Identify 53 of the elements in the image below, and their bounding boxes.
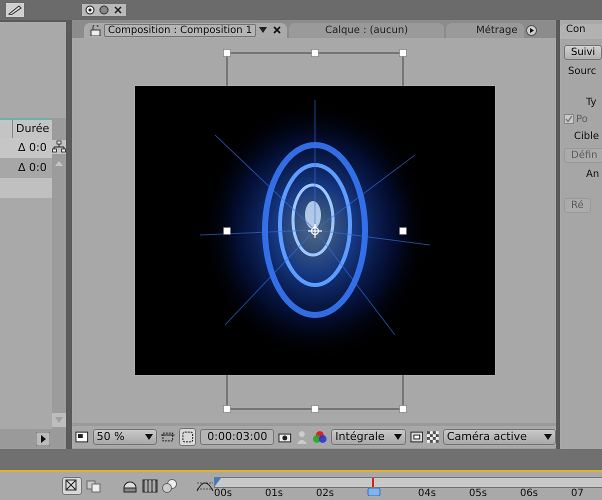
viewer-tab[interactable]: Calque : (aucun) (289, 22, 444, 38)
cubes-icon[interactable] (86, 479, 102, 493)
checkerboard-icon[interactable] (427, 430, 439, 443)
time-label: 05s (469, 488, 488, 499)
resolution-dropdown[interactable]: Intégrale (331, 428, 406, 445)
time-label: 07 (571, 488, 585, 499)
lock-icon[interactable] (90, 24, 101, 36)
transparency-grid-icon[interactable] (178, 428, 196, 446)
field-label: Ty (586, 96, 596, 108)
time-label: 02s (316, 488, 335, 499)
timecode-field[interactable]: 0:00:03:00 (200, 428, 274, 445)
field-label: Cible (574, 130, 600, 142)
viewer-tab[interactable]: Métrage (446, 22, 524, 38)
play-icon[interactable] (36, 432, 50, 446)
time-label: 01s (265, 488, 284, 499)
list-row[interactable]: Δ 0:0 (0, 138, 52, 158)
time-label: 06s (520, 488, 539, 499)
magnification-dropdown[interactable]: 50 % (92, 428, 158, 445)
fast-preview-icon[interactable] (410, 430, 424, 443)
dropdown-icon[interactable] (544, 432, 552, 441)
panel-button[interactable]: Suivi (564, 44, 602, 60)
pen-icon[interactable] (6, 2, 24, 17)
duration-cell-text: Δ 0:0 (17, 141, 47, 154)
dropdown-icon[interactable] (259, 26, 268, 34)
work-area-start-icon[interactable] (215, 478, 221, 488)
duration-cell-text: Δ 0:0 (17, 161, 47, 174)
checkbox-label: Po (576, 114, 588, 125)
shy-layer-icon[interactable] (122, 479, 138, 493)
time-label: 00s (214, 488, 233, 499)
composition-tab[interactable]: Composition : Composition 1 (84, 22, 288, 38)
tab-title[interactable]: Composition : Composition 1 (104, 24, 256, 37)
column-header[interactable]: Durée (13, 120, 52, 138)
camera-dropdown[interactable]: Caméra active (442, 428, 556, 445)
dropdown-icon[interactable] (394, 432, 402, 441)
sphere-icon[interactable] (99, 4, 109, 15)
film-icon[interactable] (142, 479, 158, 493)
field-label: Sourc (568, 66, 596, 77)
dropdown-icon[interactable] (145, 432, 154, 441)
monitor-icon[interactable] (75, 430, 89, 443)
composition-icon[interactable] (62, 477, 82, 495)
spheres-icon[interactable] (162, 479, 178, 493)
eye-icon[interactable] (85, 4, 95, 15)
time-label: 04s (418, 488, 437, 499)
close-icon[interactable] (273, 26, 282, 34)
close-icon[interactable] (113, 4, 123, 15)
camera-icon[interactable] (278, 430, 292, 443)
flowchart-icon[interactable] (52, 140, 66, 154)
panel-menu-icon[interactable] (526, 24, 537, 36)
scroll-down-icon[interactable] (52, 413, 66, 427)
region-of-interest-icon[interactable] (161, 430, 175, 443)
panel-tab[interactable]: Con (560, 24, 602, 39)
color-channels-icon[interactable] (312, 430, 328, 444)
field-label: An (586, 168, 600, 180)
